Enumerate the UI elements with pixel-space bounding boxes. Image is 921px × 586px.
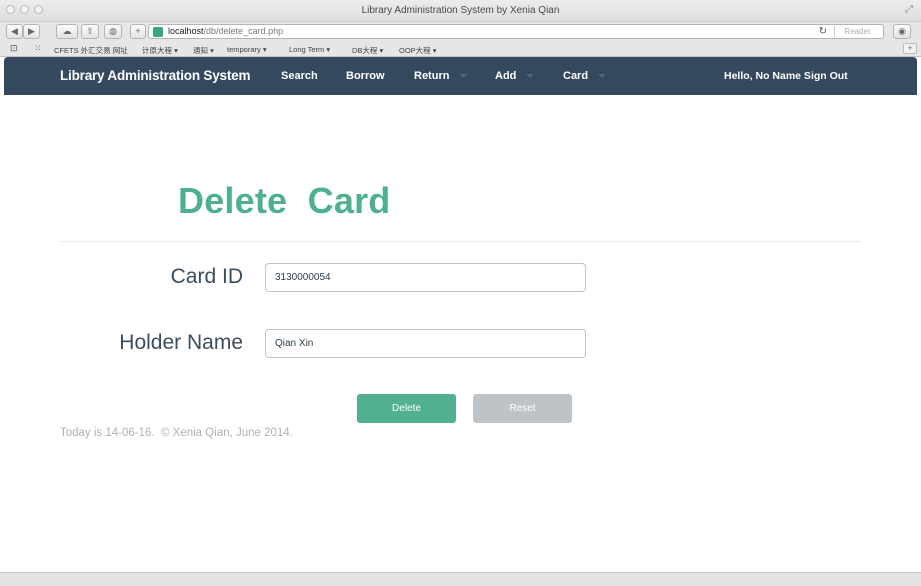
- add-bookmark-plus-icon[interactable]: +: [903, 43, 917, 54]
- title-divider: [60, 241, 862, 242]
- new-tab-plus-icon[interactable]: +: [130, 24, 146, 39]
- reset-button[interactable]: Reset: [473, 394, 572, 423]
- reload-icon[interactable]: ↻: [819, 25, 827, 38]
- nav-item-add[interactable]: Add: [495, 70, 535, 82]
- forward-button[interactable]: ▶: [23, 24, 40, 39]
- card-id-label: Card ID: [170, 265, 243, 288]
- extension-icon[interactable]: ◍: [104, 24, 122, 39]
- bookmark-item[interactable]: CFETS 外汇交易 网址: [54, 45, 128, 56]
- nav-item-label: Borrow: [346, 70, 385, 82]
- site-favicon-icon: [153, 27, 163, 37]
- app-navbar: Library Administration System Search Bor…: [4, 57, 917, 95]
- bookmark-item[interactable]: OOP大程 ▾: [399, 45, 437, 56]
- bookmark-item[interactable]: 计原大程 ▾: [142, 45, 178, 56]
- bookmark-item[interactable]: Long Term ▾: [289, 45, 330, 54]
- nav-item-search[interactable]: Search: [281, 70, 318, 82]
- url-text: localhost/db/delete_card.php: [168, 25, 283, 38]
- holder-name-input[interactable]: [265, 329, 586, 358]
- page-title: Delete Card: [178, 180, 391, 221]
- nav-item-card[interactable]: Card: [563, 70, 607, 82]
- nav-item-borrow[interactable]: Borrow: [346, 70, 385, 82]
- address-bar[interactable]: localhost/db/delete_card.php ↻ Reader: [148, 24, 884, 39]
- bookmarks-book-icon[interactable]: ⊡: [10, 43, 18, 54]
- delete-button[interactable]: Delete: [357, 394, 456, 423]
- dropdown-caret-icon: [459, 74, 468, 79]
- top-sites-grid-icon[interactable]: ⁙: [34, 43, 42, 54]
- bookmark-item[interactable]: temporary ▾: [227, 45, 267, 54]
- bookmark-item[interactable]: DB大程 ▾: [352, 45, 383, 56]
- window-title: Library Administration System by Xenia Q…: [361, 5, 560, 16]
- fullscreen-icon[interactable]: ⤢: [905, 4, 913, 15]
- url-host: localhost: [168, 26, 204, 36]
- back-button[interactable]: ◀: [6, 24, 23, 39]
- holder-name-label: Holder Name: [119, 331, 243, 354]
- browser-toolbar: ◀ ▶ ☁ ⇪ ◍ + localhost/db/delete_card.php…: [0, 22, 921, 41]
- footer-text: Today is 14-06-16. © Xenia Qian, June 20…: [60, 427, 293, 439]
- nav-item-label: Search: [281, 70, 318, 82]
- brand-link[interactable]: Library Administration System: [60, 68, 250, 83]
- share-icon[interactable]: ⇪: [81, 24, 99, 39]
- user-greeting-sign-out[interactable]: Hello, No Name Sign Out: [724, 70, 848, 82]
- nav-item-return[interactable]: Return: [414, 70, 468, 82]
- reader-button[interactable]: Reader: [834, 26, 880, 37]
- card-id-input[interactable]: [265, 263, 586, 292]
- window-titlebar: Library Administration System by Xenia Q…: [0, 0, 921, 22]
- browser-status-bar: [0, 572, 921, 586]
- dropdown-caret-icon: [526, 74, 535, 79]
- bookmark-item[interactable]: 通知 ▾: [193, 45, 214, 56]
- nav-item-label: Card: [563, 70, 589, 82]
- url-path: /db/delete_card.php: [203, 26, 284, 36]
- dropdown-caret-icon: [598, 74, 607, 79]
- downloads-icon[interactable]: ◉: [893, 24, 911, 39]
- nav-item-label: Add: [495, 70, 517, 82]
- nav-item-label: Return: [414, 70, 450, 82]
- icloud-tabs-icon[interactable]: ☁: [56, 24, 78, 39]
- bookmarks-bar: ⊡ ⁙ CFETS 外汇交易 网址 计原大程 ▾ 通知 ▾ temporary …: [0, 41, 921, 57]
